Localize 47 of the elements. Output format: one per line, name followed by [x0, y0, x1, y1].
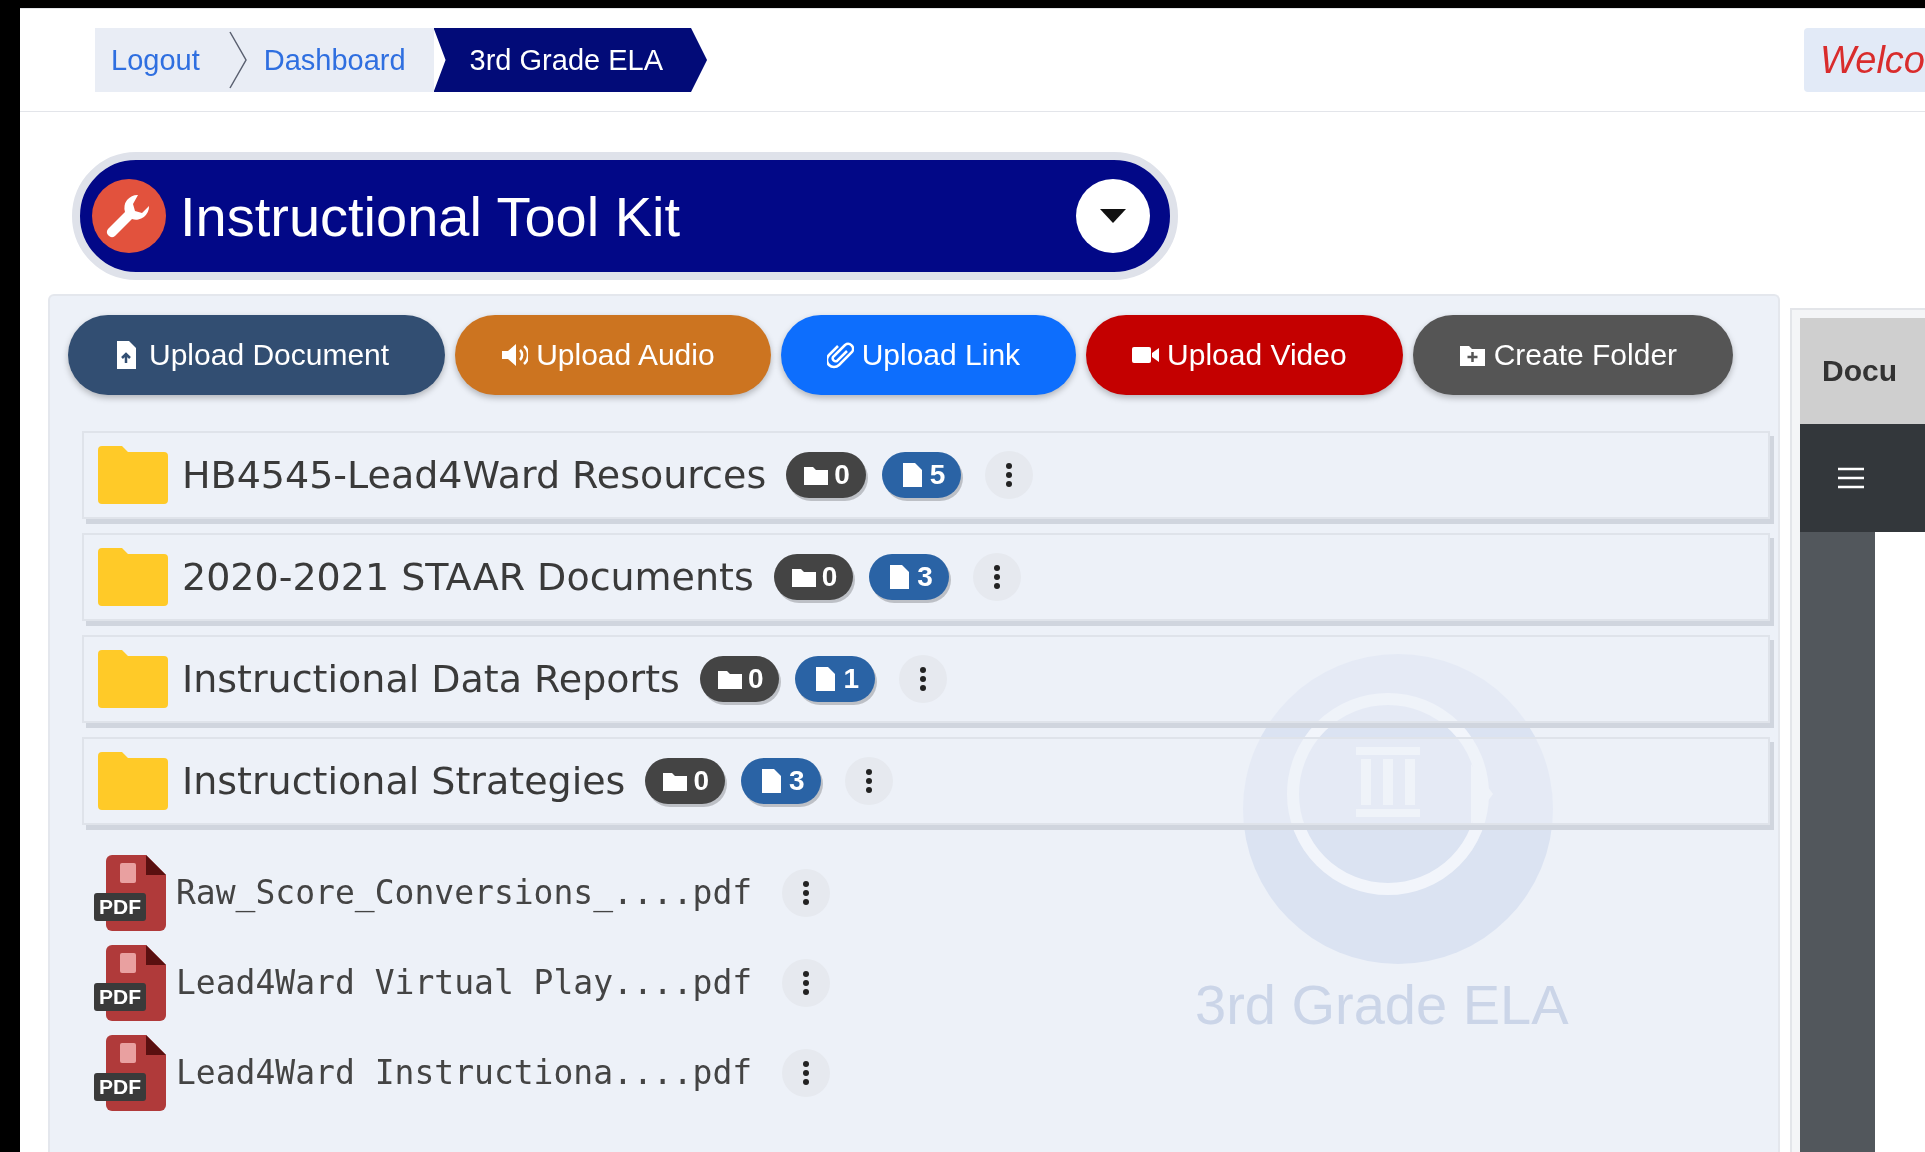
menu-icon[interactable] — [1838, 467, 1864, 489]
more-options-icon — [802, 970, 811, 995]
more-options-button[interactable] — [972, 553, 1021, 601]
folder-icon — [98, 650, 168, 708]
breadcrumb-link[interactable]: Logout — [95, 28, 228, 92]
file-count-badge: 1 — [795, 656, 876, 702]
subfolder-count-badge: 0 — [773, 554, 854, 600]
breadcrumb-link[interactable]: Dashboard — [247, 28, 434, 92]
paperclip-icon — [826, 341, 854, 369]
folder-icon — [98, 752, 168, 810]
file-name[interactable]: Raw_Score_Conversions_....pdf — [176, 873, 753, 912]
more-options-icon — [864, 769, 873, 793]
folder-name: Instructional Strategies — [182, 759, 626, 803]
breadcrumb-link[interactable]: 3rd Grade ELA — [433, 28, 708, 92]
folder-name: Instructional Data Reports — [182, 657, 680, 701]
folder-name: HB4545-Lead4Ward Resources — [182, 453, 767, 497]
subfolder-count-badge: 0 — [645, 758, 725, 804]
more-options-icon — [802, 880, 811, 905]
more-options-button[interactable] — [844, 757, 893, 805]
caret-icon — [1098, 207, 1128, 225]
file-count-badge: 3 — [740, 758, 821, 804]
file-name[interactable]: Lead4Ward Instructiona....pdf — [176, 1053, 753, 1092]
more-options-icon — [802, 1060, 811, 1085]
more-options-icon — [992, 565, 1001, 589]
document-icon — [887, 564, 912, 590]
document-icon — [813, 666, 838, 692]
folder-icon — [98, 548, 168, 606]
more-options-button[interactable] — [899, 655, 948, 703]
more-options-icon — [1005, 463, 1014, 487]
more-options-button[interactable] — [985, 451, 1034, 499]
upload-document-button[interactable]: Upload Document — [68, 315, 446, 395]
panel-title: Docu — [1822, 354, 1897, 388]
toolkit-title: Instructional Tool Kit — [180, 183, 682, 249]
upload-link-button[interactable]: Upload Link — [780, 315, 1077, 395]
folder-name: 2020-2021 STAAR Documents — [182, 555, 754, 599]
file-name[interactable]: Lead4Ward Virtual Play....pdf — [176, 963, 753, 1002]
folder-icon — [98, 446, 168, 504]
welcome-message: Welco — [1804, 28, 1925, 92]
subfolder-count-badge: 0 — [699, 656, 780, 702]
speaker-icon — [501, 341, 529, 369]
file-count-badge: 3 — [869, 554, 949, 600]
subfolder-count-badge: 0 — [786, 452, 866, 498]
upload-video-button[interactable]: Upload Video — [1086, 315, 1403, 395]
file-count-badge: 5 — [881, 452, 962, 498]
wrench-icon — [92, 179, 166, 253]
create-folder-button[interactable]: Create Folder — [1412, 315, 1734, 395]
more-options-icon — [919, 667, 928, 691]
